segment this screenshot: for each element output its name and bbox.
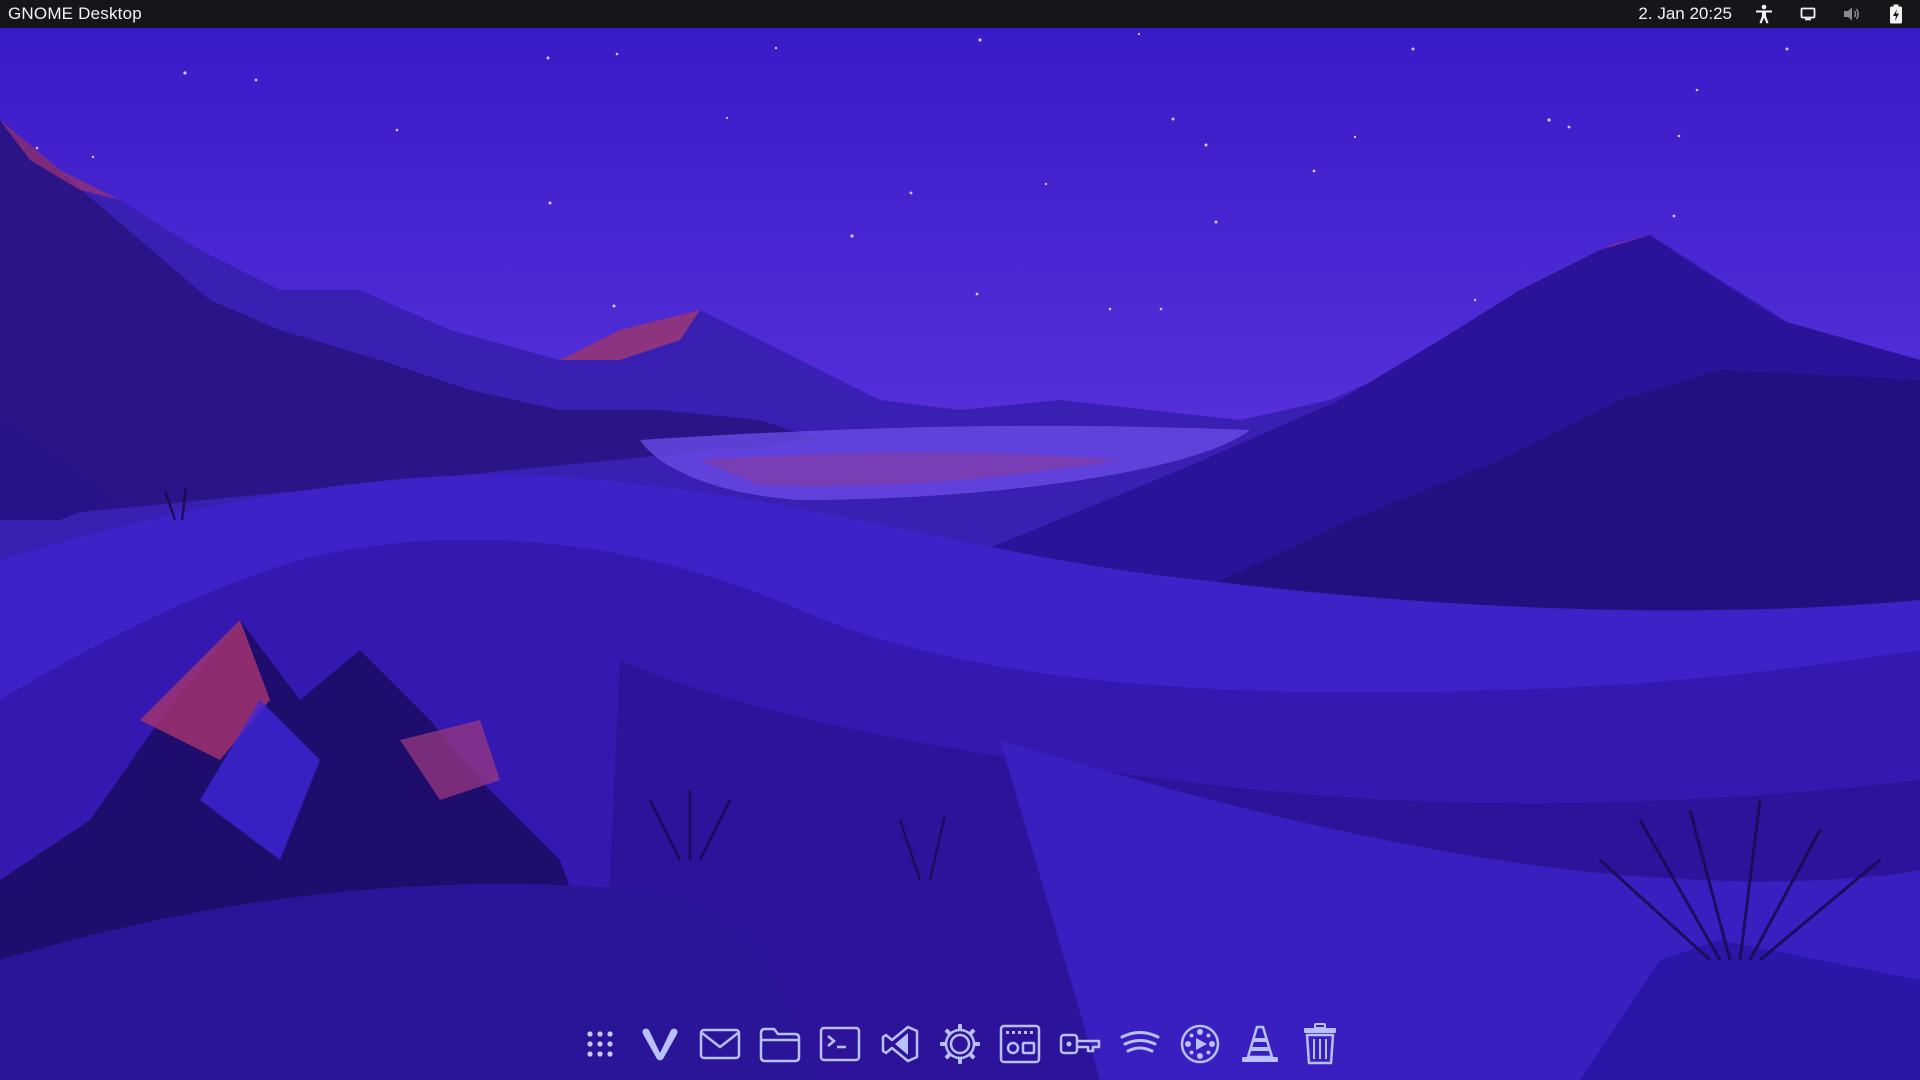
key-icon[interactable] — [1056, 1020, 1104, 1068]
dock-items — [576, 1014, 1344, 1074]
wallpaper — [0, 0, 1920, 1080]
top-bar: GNOME Desktop 2. Jan 20:25 — [0, 0, 1920, 28]
trash-icon[interactable] — [1296, 1020, 1344, 1068]
folder-icon[interactable] — [756, 1020, 804, 1068]
film-reel-icon[interactable] — [1176, 1020, 1224, 1068]
gear-icon[interactable] — [936, 1020, 984, 1068]
terminal-icon[interactable] — [816, 1020, 864, 1068]
desktop: GNOME Desktop 2. Jan 20:25 — [0, 0, 1920, 1080]
battery-icon[interactable] — [1884, 2, 1908, 26]
spotify-icon[interactable] — [1116, 1020, 1164, 1068]
screen-icon[interactable] — [1796, 2, 1820, 26]
vscode-icon[interactable] — [876, 1020, 924, 1068]
system-tray[interactable] — [1752, 2, 1908, 26]
dock — [0, 1008, 1920, 1080]
software-store-icon[interactable] — [996, 1020, 1044, 1068]
clock[interactable]: 2. Jan 20:25 — [1638, 4, 1732, 24]
activities-button[interactable]: GNOME Desktop — [8, 4, 142, 24]
app-grid-icon[interactable] — [576, 1020, 624, 1068]
mail-icon[interactable] — [696, 1020, 744, 1068]
accessibility-icon[interactable] — [1752, 2, 1776, 26]
vlc-cone-icon[interactable] — [1236, 1020, 1284, 1068]
volume-icon[interactable] — [1840, 2, 1864, 26]
vivaldi-icon[interactable] — [636, 1020, 684, 1068]
